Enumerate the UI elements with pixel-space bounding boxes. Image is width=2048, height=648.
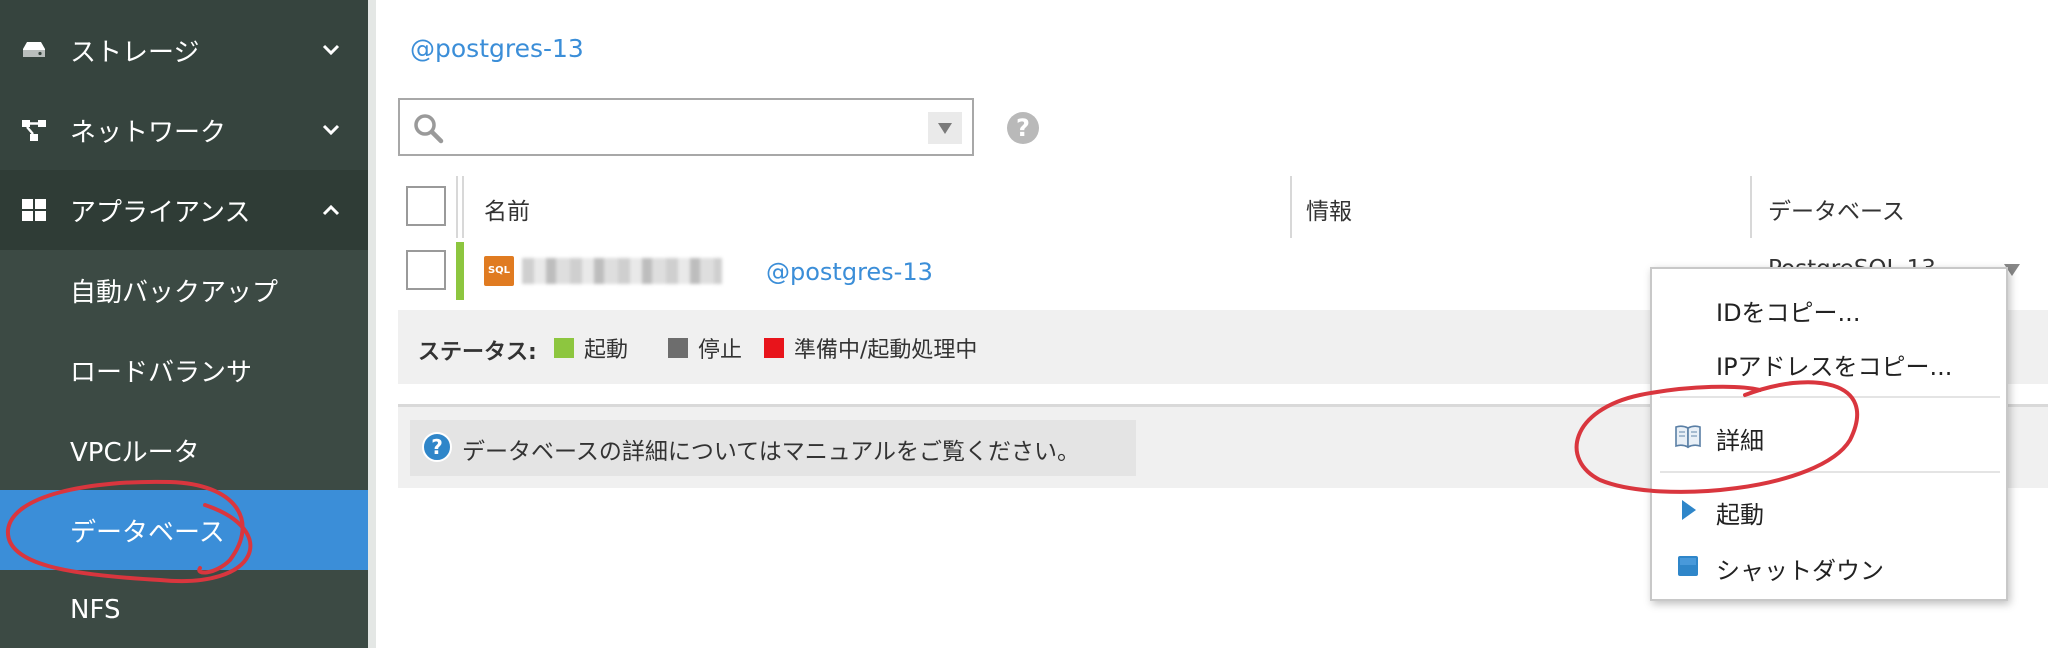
book-icon bbox=[1675, 425, 1701, 449]
sidebar-item-label: アプライアンス bbox=[70, 197, 251, 228]
network-icon bbox=[22, 120, 46, 141]
shutdown-square-icon bbox=[1678, 556, 1698, 576]
row-checkbox[interactable] bbox=[406, 250, 446, 290]
menu-item-shutdown[interactable]: シャットダウン bbox=[1652, 537, 2006, 593]
sidebar-item-label: ストレージ bbox=[70, 37, 200, 68]
breadcrumb[interactable]: @postgres-13 bbox=[410, 34, 584, 63]
menu-item-start[interactable]: 起動 bbox=[1652, 481, 2006, 537]
sql-icon: SQL bbox=[484, 256, 514, 286]
row-link[interactable]: @postgres-13 bbox=[766, 258, 933, 286]
search-filter-dropdown[interactable] bbox=[928, 112, 962, 144]
menu-item-details[interactable]: 詳細 bbox=[1652, 407, 2006, 463]
column-separator bbox=[456, 176, 458, 238]
search-input[interactable] bbox=[456, 106, 896, 148]
column-separator bbox=[462, 176, 464, 238]
triangle-down-icon bbox=[938, 123, 952, 134]
sidebar-item-load-balancer[interactable]: ロードバランサ bbox=[0, 330, 368, 410]
sidebar-item-label: VPCルータ bbox=[70, 437, 200, 468]
menu-item-label: IPアドレスをコピー... bbox=[1716, 353, 1953, 381]
status-legend-title: ステータス: bbox=[418, 340, 537, 365]
search-icon bbox=[414, 114, 444, 144]
column-header-info[interactable]: 情報 bbox=[1306, 192, 1352, 226]
search-box bbox=[398, 98, 974, 156]
sidebar-item-auto-backup[interactable]: 自動バックアップ bbox=[0, 250, 368, 330]
menu-item-copy-ip[interactable]: IPアドレスをコピー... bbox=[1652, 333, 2006, 389]
menu-item-label: IDをコピー... bbox=[1716, 299, 1861, 327]
chevron-down-icon[interactable] bbox=[320, 39, 342, 61]
menu-item-label: 起動 bbox=[1716, 501, 1764, 529]
context-menu: IDをコピー... IPアドレスをコピー... 詳細 起動 シャットダウン bbox=[1650, 267, 2008, 601]
info-box: ? データベースの詳細についてはマニュアルをご覧ください。 bbox=[410, 420, 1136, 476]
status-label-preparing: 準備中/起動処理中 bbox=[794, 338, 978, 363]
menu-item-copy-id[interactable]: IDをコピー... bbox=[1652, 279, 2006, 335]
status-label-stopped: 停止 bbox=[698, 338, 743, 363]
status-swatch-running bbox=[554, 338, 574, 358]
status-swatch-preparing bbox=[764, 338, 784, 358]
menu-separator bbox=[1660, 396, 2000, 398]
sidebar-item-network[interactable]: ネットワーク bbox=[0, 90, 368, 170]
column-separator[interactable] bbox=[1750, 176, 1752, 238]
sidebar-item-nfs[interactable]: NFS bbox=[0, 570, 368, 648]
status-label-running: 起動 bbox=[584, 338, 629, 363]
sidebar-item-label: ロードバランサ bbox=[70, 357, 253, 388]
sidebar-divider bbox=[368, 0, 376, 648]
menu-item-label: 詳細 bbox=[1716, 427, 1764, 455]
chevron-down-icon[interactable] bbox=[320, 119, 342, 141]
storage-icon bbox=[23, 42, 45, 57]
sidebar-item-label: ネットワーク bbox=[70, 117, 227, 148]
column-header-database[interactable]: データベース bbox=[1768, 192, 1905, 226]
status-swatch-stopped bbox=[668, 338, 688, 358]
sidebar-item-label: データベース bbox=[70, 517, 225, 548]
sidebar-item-appliance[interactable]: アプライアンス bbox=[0, 170, 368, 250]
help-icon[interactable]: ? bbox=[1007, 112, 1039, 144]
status-indicator bbox=[456, 242, 464, 300]
sidebar-item-label: 自動バックアップ bbox=[70, 277, 279, 308]
menu-item-label: シャットダウン bbox=[1716, 557, 1884, 585]
redacted-name bbox=[522, 258, 722, 284]
table-header: 名前 情報 データベース bbox=[398, 176, 2048, 238]
select-all-checkbox[interactable] bbox=[406, 186, 446, 226]
sidebar-item-storage[interactable]: ストレージ bbox=[0, 10, 368, 90]
sidebar-item-label: NFS bbox=[70, 595, 121, 625]
column-header-name[interactable]: 名前 bbox=[484, 192, 530, 226]
menu-separator bbox=[1660, 471, 2000, 473]
chevron-up-icon[interactable] bbox=[320, 199, 342, 221]
column-separator[interactable] bbox=[1290, 176, 1292, 238]
sidebar-item-database[interactable]: データベース bbox=[0, 490, 368, 570]
play-icon bbox=[1682, 500, 1696, 520]
appliance-grid-icon bbox=[22, 199, 46, 221]
sidebar: ストレージ ネットワーク アプライアンス 自動バックアップ ロードバランサ VP… bbox=[0, 0, 368, 648]
sidebar-item-vpc-router[interactable]: VPCルータ bbox=[0, 410, 368, 490]
info-text: データベースの詳細についてはマニュアルをご覧ください。 bbox=[462, 439, 1081, 465]
info-icon: ? bbox=[422, 432, 452, 462]
